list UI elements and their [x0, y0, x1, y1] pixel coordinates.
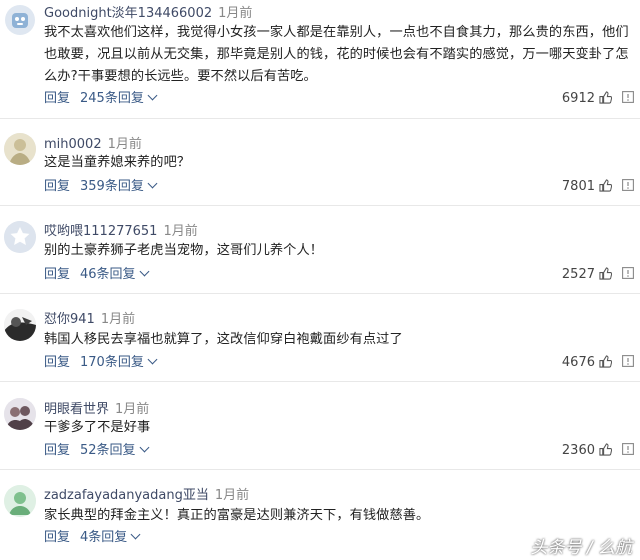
- dark-photo-avatar-icon[interactable]: [4, 309, 36, 341]
- comment-stats: 7801: [562, 177, 634, 197]
- reply-button[interactable]: 回复: [44, 355, 70, 370]
- comment-actions: 回复 4条回复: [44, 528, 141, 548]
- thumbs-up-icon[interactable]: [599, 355, 612, 368]
- photo-avatar-icon[interactable]: [4, 133, 36, 165]
- report-icon[interactable]: [622, 267, 634, 279]
- reply-button[interactable]: 回复: [44, 267, 70, 282]
- reply-count: 4条回复: [80, 530, 128, 545]
- username[interactable]: 哎哟喂111277651: [44, 224, 157, 239]
- like-count: 2527: [561, 267, 595, 282]
- thumbs-up-icon[interactable]: [599, 179, 612, 192]
- comment-meta: mih0002 1月前: [44, 133, 142, 153]
- comment-actions: 回复 245条回复: [44, 89, 158, 109]
- chevron-down-icon: [147, 90, 158, 101]
- timestamp: 1月前: [218, 6, 253, 21]
- like-count: 4676: [561, 355, 595, 370]
- thumbs-up-icon[interactable]: [599, 267, 612, 280]
- timestamp: 1月前: [107, 137, 142, 152]
- comment-meta: 怼你941 1月前: [44, 308, 135, 328]
- comment-actions: 回复 52条回复: [44, 441, 150, 461]
- comment-stats: 2360: [562, 441, 634, 461]
- green-avatar-icon[interactable]: [4, 485, 36, 517]
- reply-button[interactable]: 回复: [44, 530, 70, 545]
- group-photo-avatar-icon[interactable]: [4, 398, 36, 430]
- comment-item: mih0002 1月前 这是当童养媳来养的吧？ 回复 359条回复 7801: [0, 119, 640, 206]
- comment-text: 我不太喜欢他们这样，我觉得小女孩一家人都是在靠别人，一点也不自食其力，那么贵的东…: [44, 25, 629, 84]
- view-replies-button[interactable]: 4条回复: [80, 529, 141, 545]
- comment-stats: 6912: [562, 89, 634, 109]
- chevron-down-icon: [147, 354, 158, 365]
- like-count: 2360: [561, 443, 595, 458]
- comment-actions: 回复 359条回复: [44, 177, 158, 197]
- comment-meta: Goodnight淡年134466002 1月前: [44, 2, 252, 22]
- comment-item: 哎哟喂111277651 1月前 别的土豪养狮子老虎当宠物，这哥们儿养个人！ 回复…: [0, 206, 640, 294]
- username[interactable]: mih0002: [44, 137, 102, 152]
- blue-avatar-icon[interactable]: [4, 4, 36, 36]
- chevron-down-icon: [147, 178, 158, 189]
- view-replies-button[interactable]: 170条回复: [80, 354, 158, 370]
- chevron-down-icon: [139, 266, 150, 277]
- username[interactable]: 怼你941: [44, 312, 95, 327]
- report-icon[interactable]: [622, 179, 634, 191]
- comment-actions: 回复 46条回复: [44, 265, 150, 285]
- comment-stats: 4676: [562, 353, 634, 373]
- comment-item: Goodnight淡年134466002 1月前 我不太喜欢他们这样，我觉得小女孩…: [0, 0, 640, 119]
- username[interactable]: zadzafayadanyadang亚当: [44, 488, 209, 503]
- reply-count: 46条回复: [80, 267, 136, 282]
- report-icon[interactable]: [622, 443, 634, 455]
- comment-text: 这是当童养媳来养的吧？: [44, 155, 191, 170]
- report-icon[interactable]: [622, 91, 634, 103]
- comment-meta: zadzafayadanyadang亚当 1月前: [44, 484, 249, 504]
- report-icon[interactable]: [622, 355, 634, 367]
- comment-actions: 回复 170条回复: [44, 353, 158, 373]
- thumbs-up-icon[interactable]: [599, 91, 612, 104]
- reply-button[interactable]: 回复: [44, 179, 70, 194]
- username[interactable]: Goodnight淡年134466002: [44, 6, 212, 21]
- username[interactable]: 明眼看世界: [44, 402, 109, 417]
- reply-button[interactable]: 回复: [44, 443, 70, 458]
- view-replies-button[interactable]: 52条回复: [80, 442, 150, 458]
- reply-button[interactable]: 回复: [44, 91, 70, 106]
- comment-text: 干爹多了不是好事: [44, 420, 151, 435]
- thumbs-up-icon[interactable]: [599, 443, 612, 456]
- comment-item: 明眼看世界 1月前 干爹多了不是好事 回复 52条回复 2360: [0, 382, 640, 470]
- reply-count: 359条回复: [80, 179, 144, 194]
- comment-text: 韩国人移民去享福也就算了，这改信仰穿白袍戴面纱有点过了: [44, 332, 403, 347]
- comment-feed: Goodnight淡年134466002 1月前 我不太喜欢他们这样，我觉得小女孩…: [0, 0, 640, 560]
- comment-item: 怼你941 1月前 韩国人移民去享福也就算了，这改信仰穿白袍戴面纱有点过了 回复 1…: [0, 294, 640, 382]
- view-replies-button[interactable]: 359条回复: [80, 178, 158, 194]
- timestamp: 1月前: [214, 488, 250, 503]
- like-count: 7801: [561, 179, 595, 194]
- timestamp: 1月前: [163, 224, 198, 239]
- star-avatar-icon[interactable]: [4, 221, 36, 253]
- reply-count: 52条回复: [80, 443, 136, 458]
- comment-stats: 2527: [562, 265, 634, 285]
- timestamp: 1月前: [115, 402, 150, 417]
- reply-count: 245条回复: [80, 91, 144, 106]
- chevron-down-icon: [130, 529, 141, 540]
- comment-text: 家长典型的拜金主义！真正的富豪是达则兼济天下，有钱做慈善。: [44, 508, 430, 523]
- comment-text: 别的土豪养狮子老虎当宠物，这哥们儿养个人！: [44, 243, 324, 258]
- reply-count: 170条回复: [80, 355, 144, 370]
- timestamp: 1月前: [100, 312, 136, 327]
- watermark: 头条号 / 么航: [530, 538, 632, 558]
- chevron-down-icon: [139, 442, 150, 453]
- view-replies-button[interactable]: 46条回复: [80, 266, 150, 282]
- like-count: 6912: [561, 91, 595, 106]
- comment-meta: 明眼看世界 1月前: [44, 398, 149, 418]
- view-replies-button[interactable]: 245条回复: [80, 90, 158, 106]
- comment-meta: 哎哟喂111277651 1月前: [44, 220, 198, 240]
